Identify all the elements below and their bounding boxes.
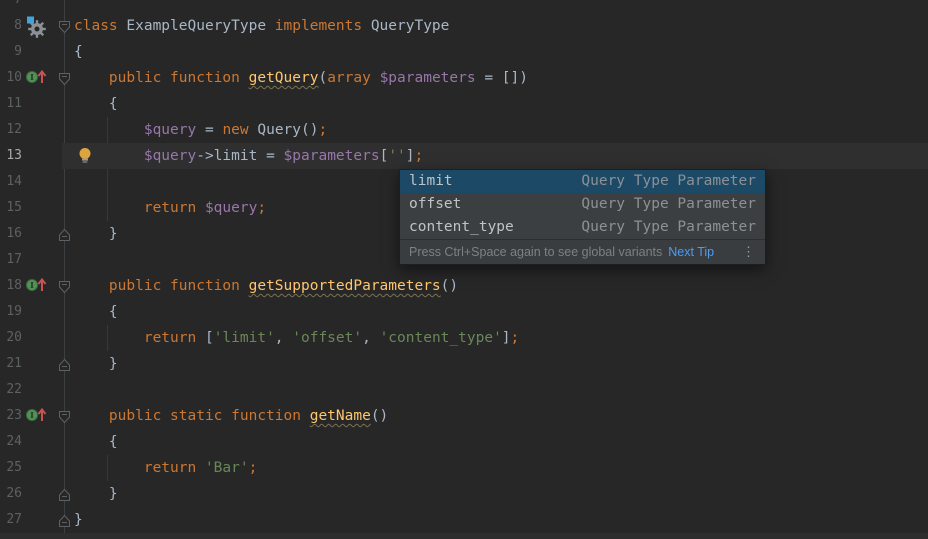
editor-line-19: 19 { xyxy=(0,299,928,325)
svg-text:I: I xyxy=(30,280,34,290)
editor-line-11: 11 { xyxy=(0,91,928,117)
line-number: 20 xyxy=(0,325,22,351)
after-content-strip xyxy=(0,533,928,539)
line-number: 21 xyxy=(0,351,22,377)
completion-list: limit Query Type Parameter offset Query Typ… xyxy=(400,170,765,239)
code-text[interactable]: $query = new Query(); xyxy=(74,117,327,143)
line-number: 8 xyxy=(0,13,22,39)
code-text[interactable]: class ExampleQueryType implements QueryT… xyxy=(74,13,449,39)
completion-item-limit[interactable]: limit Query Type Parameter xyxy=(400,170,765,193)
code-text[interactable]: public function getSupportedParameters() xyxy=(74,273,458,299)
editor-line-20: 20 return ['limit', 'offset', 'content_t… xyxy=(0,325,928,351)
editor-line-8: 8 class ExampleQueryType implements Query… xyxy=(0,13,928,39)
line-number: 11 xyxy=(0,91,22,117)
more-options-icon[interactable]: ⋮ xyxy=(742,244,756,260)
code-text[interactable]: public function getQuery(array $paramete… xyxy=(74,65,528,91)
editor-line-18: 18 I public function getSupportedParamete… xyxy=(0,273,928,299)
completion-footer: Press Ctrl+Space again to see global var… xyxy=(400,239,765,264)
line-number: 14 xyxy=(0,169,22,195)
svg-text:I: I xyxy=(30,410,34,420)
completion-popup: limit Query Type Parameter offset Query Typ… xyxy=(399,169,766,265)
completion-meta: Query Type Parameter xyxy=(581,170,756,193)
line-number: 26 xyxy=(0,481,22,507)
completion-label: offset xyxy=(409,193,461,216)
fold-open-icon[interactable] xyxy=(58,279,71,293)
code-text[interactable]: return $query; xyxy=(74,195,266,221)
line-number: 18 xyxy=(0,273,22,299)
line-number: 16 xyxy=(0,221,22,247)
editor-line-13: 13 $query->limit = $parameters['']; xyxy=(0,143,928,169)
code-text[interactable]: } xyxy=(74,221,118,247)
line-number: 25 xyxy=(0,455,22,481)
code-text[interactable]: { xyxy=(74,299,118,325)
line-number: 23 xyxy=(0,403,22,429)
line-number: 19 xyxy=(0,299,22,325)
line-number: 7 xyxy=(0,0,22,13)
code-text[interactable]: } xyxy=(74,481,118,507)
fold-close-icon[interactable] xyxy=(58,357,71,371)
editor-line-26: 26 } xyxy=(0,481,928,507)
fold-close-icon[interactable] xyxy=(58,487,71,501)
line-number: 9 xyxy=(0,39,22,65)
line-number: 22 xyxy=(0,377,22,403)
editor-line-12: 12 $query = new Query(); xyxy=(0,117,928,143)
next-tip-link[interactable]: Next Tip xyxy=(668,245,714,259)
fold-close-icon[interactable] xyxy=(58,227,71,241)
line-number: 27 xyxy=(0,507,22,533)
code-text[interactable]: { xyxy=(74,39,83,65)
completion-item-content_type[interactable]: content_type Query Type Parameter xyxy=(400,216,765,239)
code-text[interactable]: return 'Bar'; xyxy=(74,455,257,481)
line-number: 17 xyxy=(0,247,22,273)
editor-line-22: 22 xyxy=(0,377,928,403)
completion-label: limit xyxy=(409,170,453,193)
code-text[interactable]: $query->limit = $parameters['']; xyxy=(74,143,423,169)
completion-meta: Query Type Parameter xyxy=(581,193,756,216)
code-text[interactable]: return ['limit', 'offset', 'content_type… xyxy=(74,325,519,351)
implements-method-icon[interactable]: I xyxy=(25,276,49,298)
line-number: 24 xyxy=(0,429,22,455)
completion-hint: Press Ctrl+Space again to see global var… xyxy=(409,245,662,259)
code-editor: 78 class ExampleQueryType implements Quer… xyxy=(0,0,928,539)
implements-method-icon[interactable]: I xyxy=(25,68,49,90)
editor-line-9: 9{ xyxy=(0,39,928,65)
line-number: 10 xyxy=(0,65,22,91)
line-number: 13 xyxy=(0,143,22,169)
run-config-gear-icon[interactable] xyxy=(25,16,49,38)
editor-line-24: 24 { xyxy=(0,429,928,455)
fold-close-icon[interactable] xyxy=(58,513,71,527)
code-text[interactable]: { xyxy=(74,91,118,117)
editor-line-21: 21 } xyxy=(0,351,928,377)
line-number: 15 xyxy=(0,195,22,221)
editor-line-27: 27} xyxy=(0,507,928,533)
completion-label: content_type xyxy=(409,216,514,239)
code-text[interactable]: { xyxy=(74,429,118,455)
fold-open-icon[interactable] xyxy=(58,19,71,33)
editor-line-10: 10 I public function getQuery(array $para… xyxy=(0,65,928,91)
code-text[interactable]: } xyxy=(74,351,118,377)
completion-meta: Query Type Parameter xyxy=(581,216,756,239)
code-text[interactable]: } xyxy=(74,507,83,533)
fold-open-icon[interactable] xyxy=(58,409,71,423)
editor-line-23: 23 I public static function getName() xyxy=(0,403,928,429)
fold-open-icon[interactable] xyxy=(58,71,71,85)
implements-method-icon[interactable]: I xyxy=(25,406,49,428)
editor-line-25: 25 return 'Bar'; xyxy=(0,455,928,481)
completion-item-offset[interactable]: offset Query Type Parameter xyxy=(400,193,765,216)
svg-text:I: I xyxy=(30,72,34,82)
code-text[interactable]: public static function getName() xyxy=(74,403,388,429)
editor-line-7: 7 xyxy=(0,0,928,13)
line-number: 12 xyxy=(0,117,22,143)
